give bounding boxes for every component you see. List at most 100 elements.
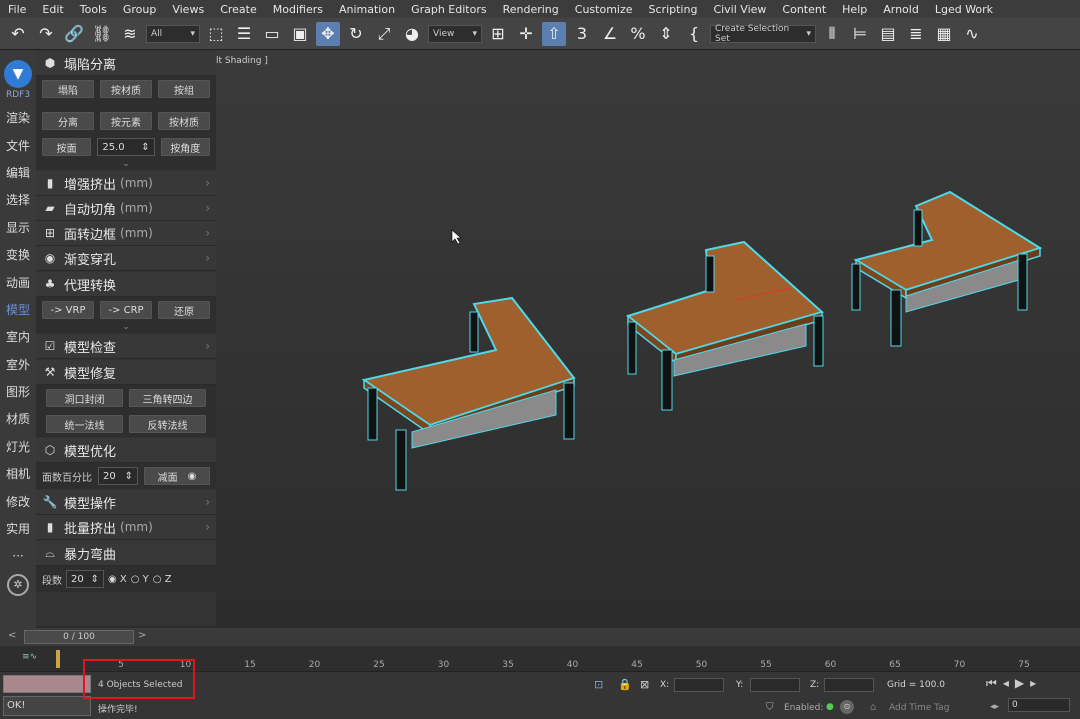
expand-chevron-icon[interactable]: ⌄	[36, 323, 216, 333]
menu-item[interactable]: Tools	[72, 3, 115, 16]
menu-item[interactable]: File	[0, 3, 34, 16]
desk-2[interactable]	[625, 240, 825, 411]
sidebar-item[interactable]: 选择	[0, 186, 36, 213]
to-crp-button[interactable]: -> CRP	[100, 301, 152, 319]
section-header-proxy[interactable]: ♣ 代理转换	[36, 272, 216, 297]
angle-spinner[interactable]: 25.0 ⇕	[97, 138, 155, 156]
unify-normals-button[interactable]: 统一法线	[46, 415, 123, 433]
menu-item[interactable]: Lged Work	[927, 3, 1001, 16]
edit-named-selection-icon[interactable]: {	[682, 22, 706, 46]
sidebar-item[interactable]: 编辑	[0, 159, 36, 186]
menu-item[interactable]: Help	[834, 3, 875, 16]
sidebar-item[interactable]: 显示	[0, 214, 36, 241]
restore-button[interactable]: 还原	[158, 301, 210, 319]
bind-spacewarp-icon[interactable]: ≋	[118, 22, 142, 46]
selection-filter-select[interactable]: All ▾	[146, 24, 200, 43]
move-icon[interactable]: ✥	[316, 21, 340, 46]
sidebar-item[interactable]: 动画	[0, 268, 36, 295]
detach-button[interactable]: 分离	[42, 112, 94, 130]
flip-normals-button[interactable]: 反转法线	[129, 415, 206, 433]
frame-spinner-icon[interactable]: ◂▸	[990, 702, 999, 712]
menu-item[interactable]: Graph Editors	[403, 3, 495, 16]
angle-snap-icon[interactable]: ∠	[598, 22, 622, 46]
sidebar-item[interactable]: 灯光	[0, 433, 36, 460]
detach-by-element-button[interactable]: 按元素	[100, 112, 152, 130]
section-model-ops[interactable]: 🔧 模型操作 ›	[36, 490, 216, 515]
spinner-snap-icon[interactable]: ⇕	[654, 22, 678, 46]
expand-chevron-icon[interactable]: ⌄	[36, 160, 216, 170]
section-header-collapse[interactable]: ⬢ 塌陷分离	[36, 51, 216, 76]
curve-editor-mini-icon[interactable]: ≡∿	[22, 652, 37, 662]
isolate-icon[interactable]: ⊡	[594, 678, 603, 691]
next-frame-icon[interactable]: ▸	[1030, 676, 1036, 691]
detach-by-angle-button[interactable]: 按角度	[160, 138, 210, 156]
reference-coord-select[interactable]: View ▾	[428, 24, 482, 43]
tag-icon[interactable]: ⌂	[870, 702, 876, 713]
slider-right-arrow-icon[interactable]: >	[138, 630, 146, 641]
collapse-by-group-button[interactable]: 按组	[158, 80, 210, 98]
select-manipulate-icon[interactable]: ✛	[514, 22, 538, 46]
menu-item[interactable]: Customize	[567, 3, 641, 16]
menu-item[interactable]: Group	[115, 3, 165, 16]
named-selection-set-select[interactable]: Create Selection Set ▾	[710, 24, 816, 44]
sidebar-item[interactable]: 渲染	[0, 104, 36, 131]
link-icon[interactable]: 🔗	[62, 22, 86, 46]
scene-explorer-icon[interactable]: ▤	[876, 22, 900, 46]
menu-item[interactable]: Arnold	[875, 3, 927, 16]
section-batch-extrude[interactable]: ▮ 批量挤出 (mm) ›	[36, 515, 216, 540]
current-frame-field[interactable]: 0	[1008, 698, 1070, 712]
detach-by-material-button[interactable]: 按材质	[158, 112, 210, 130]
settings-gear-icon[interactable]: ✲	[7, 573, 29, 596]
reduce-faces-button[interactable]: 减面 ◉	[144, 467, 210, 485]
z-coordinate-field[interactable]	[824, 678, 874, 692]
rotate-icon[interactable]: ↻	[344, 22, 368, 46]
section-enhanced-extrude[interactable]: ▮ 增强挤出 (mm) ›	[36, 171, 216, 196]
sidebar-item[interactable]: 实用	[0, 515, 36, 542]
select-by-name-icon[interactable]: ☰	[232, 22, 256, 46]
enabled-indicator-icon[interactable]: ●	[826, 702, 834, 712]
snaps-toggle-icon[interactable]: 3	[570, 22, 594, 46]
perspective-viewport[interactable]: lt Shading ]	[216, 50, 1080, 626]
menu-item[interactable]: Edit	[34, 3, 71, 16]
time-tag-icon[interactable]: ⊙	[840, 700, 854, 714]
section-header-violent-bend[interactable]: ⌓ 暴力弯曲	[36, 541, 216, 566]
sidebar-item[interactable]: 材质	[0, 405, 36, 432]
close-holes-button[interactable]: 洞口封闭	[46, 389, 123, 407]
sidebar-item[interactable]: 相机	[0, 460, 36, 487]
menu-item[interactable]: Content	[774, 3, 834, 16]
section-header-model-repair[interactable]: ⚒ 模型修复	[36, 360, 216, 385]
menu-item[interactable]: Animation	[331, 3, 403, 16]
scale-icon[interactable]: ⤢	[372, 22, 396, 46]
axis-y-radio[interactable]: ○ Y	[131, 574, 149, 585]
x-coordinate-field[interactable]	[674, 678, 724, 692]
section-auto-chamfer[interactable]: ▰ 自动切角 (mm) ›	[36, 196, 216, 221]
window-crossing-icon[interactable]: ▣	[288, 22, 312, 46]
sidebar-item[interactable]: ···	[0, 542, 36, 569]
section-model-check[interactable]: ☑ 模型检查 ›	[36, 334, 216, 359]
tri-to-quad-button[interactable]: 三角转四边	[129, 389, 206, 407]
axis-x-radio[interactable]: ◉ X	[108, 574, 127, 585]
ribbon-toggle-icon[interactable]: ▦	[932, 22, 956, 46]
sidebar-item[interactable]: 模型	[0, 296, 36, 323]
prev-frame-icon[interactable]: ◂	[1003, 676, 1009, 691]
menu-item[interactable]: Views	[164, 3, 212, 16]
select-object-icon[interactable]: ⬚	[204, 22, 228, 46]
key-filter-icon[interactable]: ⛉	[766, 702, 774, 713]
pivot-center-icon[interactable]: ⊞	[486, 22, 510, 46]
menu-item[interactable]: Civil View	[705, 3, 774, 16]
sidebar-item[interactable]: 变换	[0, 241, 36, 268]
absolute-mode-icon[interactable]: ⊠	[640, 678, 649, 691]
layer-explorer-icon[interactable]: ≣	[904, 22, 928, 46]
time-slider-handle[interactable]: 0 / 100	[24, 630, 134, 644]
to-vrp-button[interactable]: -> VRP	[42, 301, 94, 319]
play-icon[interactable]: ▶	[1015, 676, 1024, 691]
add-time-tag-label[interactable]: Add Time Tag	[889, 703, 949, 713]
axis-z-radio[interactable]: ○ Z	[153, 574, 172, 585]
section-header-model-optimize[interactable]: ⬡ 模型优化	[36, 438, 216, 463]
keyboard-shortcut-icon[interactable]: ⇧	[542, 21, 566, 46]
lock-icon[interactable]: 🔒	[618, 678, 632, 691]
slider-left-arrow-icon[interactable]: <	[8, 630, 16, 641]
time-slider[interactable]: < 0 / 100 >	[0, 628, 1080, 646]
section-face-border[interactable]: ⊞ 面转边框 (mm) ›	[36, 221, 216, 246]
undo-icon[interactable]: ↶	[6, 22, 30, 46]
